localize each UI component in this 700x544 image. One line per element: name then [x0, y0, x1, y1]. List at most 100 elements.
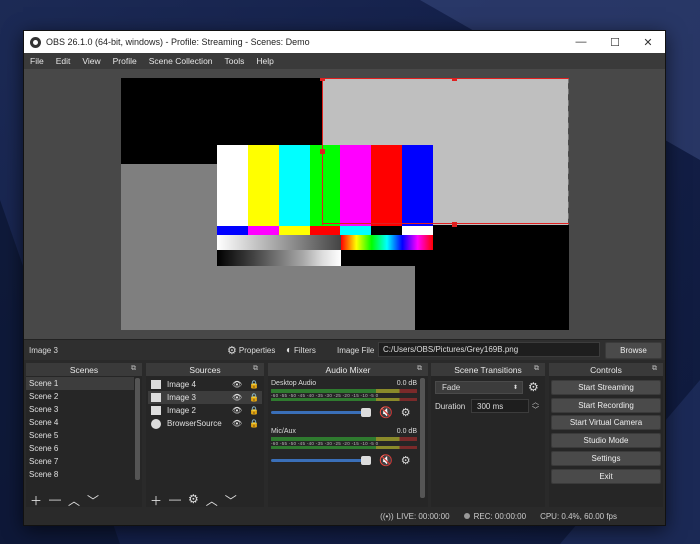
image-file-label: Image File: [337, 345, 375, 355]
gear-icon[interactable]: ⚙: [401, 406, 411, 419]
menu-tools[interactable]: Tools: [219, 56, 251, 66]
visibility-eye-icon[interactable]: 👁: [232, 417, 242, 430]
globe-icon: [151, 418, 161, 429]
filters-button[interactable]: ◐ Filters: [286, 345, 316, 356]
selection-handle[interactable]: [320, 78, 325, 81]
mixer-scrollbar[interactable]: [420, 378, 425, 498]
scene-item[interactable]: Scene 3: [26, 403, 134, 416]
dock-area: Scenes ⧉ Scene 1 Scene 2 Scene 3 Scene 4…: [24, 363, 665, 513]
source-item[interactable]: Image 4 👁 🔒: [148, 378, 262, 391]
volume-slider-handle[interactable]: [361, 456, 371, 465]
title-bar: OBS 26.1.0 (64-bit, windows) - Profile: …: [24, 31, 665, 53]
minimize-button[interactable]: —: [564, 31, 598, 53]
menu-view[interactable]: View: [76, 56, 106, 66]
preview-canvas[interactable]: [121, 78, 569, 330]
float-icon[interactable]: ⧉: [534, 365, 539, 373]
rec-time: REC: 00:00:00: [473, 511, 527, 521]
scene-item[interactable]: Scene 7: [26, 455, 134, 468]
close-button[interactable]: ✕: [631, 31, 665, 53]
preview-area[interactable]: [24, 69, 665, 339]
mute-speaker-icon[interactable]: 🔇: [379, 454, 393, 467]
browse-button[interactable]: Browse: [605, 342, 662, 359]
lock-icon[interactable]: 🔒: [249, 391, 259, 404]
broadcast-icon: ((•)): [380, 511, 394, 521]
menu-profile[interactable]: Profile: [107, 56, 143, 66]
mixer-title: Audio Mixer ⧉: [268, 363, 428, 376]
visibility-eye-icon[interactable]: 👁: [232, 391, 242, 404]
window-title: OBS 26.1.0 (64-bit, windows) - Profile: …: [46, 37, 310, 47]
spin-down-icon[interactable]: ﹀: [532, 405, 539, 415]
visibility-eye-icon[interactable]: 👁: [232, 378, 242, 391]
transitions-title: Scene Transitions ⧉: [431, 363, 545, 376]
scene-item[interactable]: Scene 4: [26, 416, 134, 429]
menu-bar: File Edit View Profile Scene Collection …: [24, 53, 665, 69]
image-file-field[interactable]: C:/Users/OBS/Pictures/Grey169B.png: [378, 342, 600, 357]
sources-title: Sources ⧉: [146, 363, 264, 376]
mixer-track-desktop: Desktop Audio 0.0 dB -60 -55 -50 -45 -40…: [271, 380, 417, 419]
audio-mixer-dock: Audio Mixer ⧉ Desktop Audio 0.0 dB -60 -…: [268, 363, 428, 513]
image-icon: [151, 406, 161, 415]
gear-icon: ⚙: [227, 344, 237, 357]
start-virtual-camera-button[interactable]: Start Virtual Camera: [551, 415, 661, 430]
start-recording-button[interactable]: Start Recording: [551, 398, 661, 413]
lock-icon[interactable]: 🔒: [249, 417, 259, 430]
studio-mode-button[interactable]: Studio Mode: [551, 433, 661, 448]
volume-slider[interactable]: [271, 408, 371, 417]
sources-dock: Sources ⧉ Image 4 👁 🔒 Image 3 👁 🔒 Image …: [146, 363, 264, 513]
maximize-button[interactable]: ☐: [598, 31, 632, 53]
scenes-dock: Scenes ⧉ Scene 1 Scene 2 Scene 3 Scene 4…: [26, 363, 142, 513]
scenes-scrollbar[interactable]: [135, 378, 140, 480]
menu-help[interactable]: Help: [250, 56, 279, 66]
float-icon[interactable]: ⧉: [131, 365, 136, 373]
start-streaming-button[interactable]: Start Streaming: [551, 380, 661, 395]
mixer-track-mic: Mic/Aux 0.0 dB -60 -55 -50 -45 -40 -35 -…: [271, 428, 417, 467]
status-bar: ((•)) LIVE: 00:00:00 REC: 00:00:00 CPU: …: [24, 507, 665, 525]
scene-item[interactable]: Scene 5: [26, 429, 134, 442]
properties-button[interactable]: ⚙ Properties: [227, 344, 275, 357]
menu-edit[interactable]: Edit: [50, 56, 77, 66]
source-item[interactable]: Image 3 👁 🔒: [148, 391, 262, 404]
scene-item[interactable]: Scene 1: [26, 377, 134, 390]
image-icon: [151, 380, 161, 389]
exit-button[interactable]: Exit: [551, 469, 661, 484]
float-icon[interactable]: ⧉: [253, 365, 258, 373]
scene-item[interactable]: Scene 2: [26, 390, 134, 403]
selection-box[interactable]: [322, 78, 569, 224]
mute-speaker-icon[interactable]: 🔇: [379, 406, 393, 419]
selection-handle[interactable]: [452, 222, 457, 227]
volume-meter: [271, 437, 417, 441]
menu-file[interactable]: File: [24, 56, 50, 66]
float-icon[interactable]: ⧉: [417, 365, 422, 373]
selection-handle[interactable]: [452, 78, 457, 81]
duration-field[interactable]: 300 ms: [471, 399, 529, 413]
selected-source-name: Image 3: [29, 345, 58, 355]
menu-scene-collection[interactable]: Scene Collection: [143, 56, 219, 66]
scenes-title: Scenes ⧉: [26, 363, 142, 376]
center-guide: [322, 149, 323, 225]
transition-select[interactable]: Fade ⬍: [435, 381, 523, 394]
duration-label: Duration: [435, 402, 466, 411]
volume-slider-handle[interactable]: [361, 408, 371, 417]
source-item[interactable]: Image 2 👁 🔒: [148, 404, 262, 417]
live-time: LIVE: 00:00:00: [396, 511, 450, 521]
source-item[interactable]: BrowserSource 👁 🔒: [148, 417, 262, 430]
rec-dot-icon: [463, 513, 470, 519]
volume-slider[interactable]: [271, 456, 371, 465]
settings-button[interactable]: Settings: [551, 451, 661, 466]
gear-icon[interactable]: ⚙: [528, 380, 539, 394]
controls-title: Controls ⧉: [549, 363, 663, 376]
controls-dock: Controls ⧉ Start Streaming Start Recordi…: [549, 363, 663, 513]
gear-icon[interactable]: ⚙: [401, 454, 411, 467]
scene-item[interactable]: Scene 8: [26, 468, 134, 481]
properties-bar: Image 3 ⚙ Properties ◐ Filters Image Fil…: [24, 339, 665, 360]
image-icon: [151, 393, 161, 402]
scene-item[interactable]: Scene 6: [26, 442, 134, 455]
spinner-arrows-icon: ⬍: [512, 385, 518, 391]
lock-icon[interactable]: 🔒: [249, 378, 259, 391]
visibility-eye-icon[interactable]: 👁: [232, 404, 242, 417]
lock-icon[interactable]: 🔒: [249, 404, 259, 417]
cpu-fps: CPU: 0.4%, 60.00 fps: [540, 511, 617, 521]
obs-window: OBS 26.1.0 (64-bit, windows) - Profile: …: [23, 30, 666, 526]
float-icon[interactable]: ⧉: [652, 365, 657, 373]
filter-icon: ◐: [286, 344, 293, 356]
